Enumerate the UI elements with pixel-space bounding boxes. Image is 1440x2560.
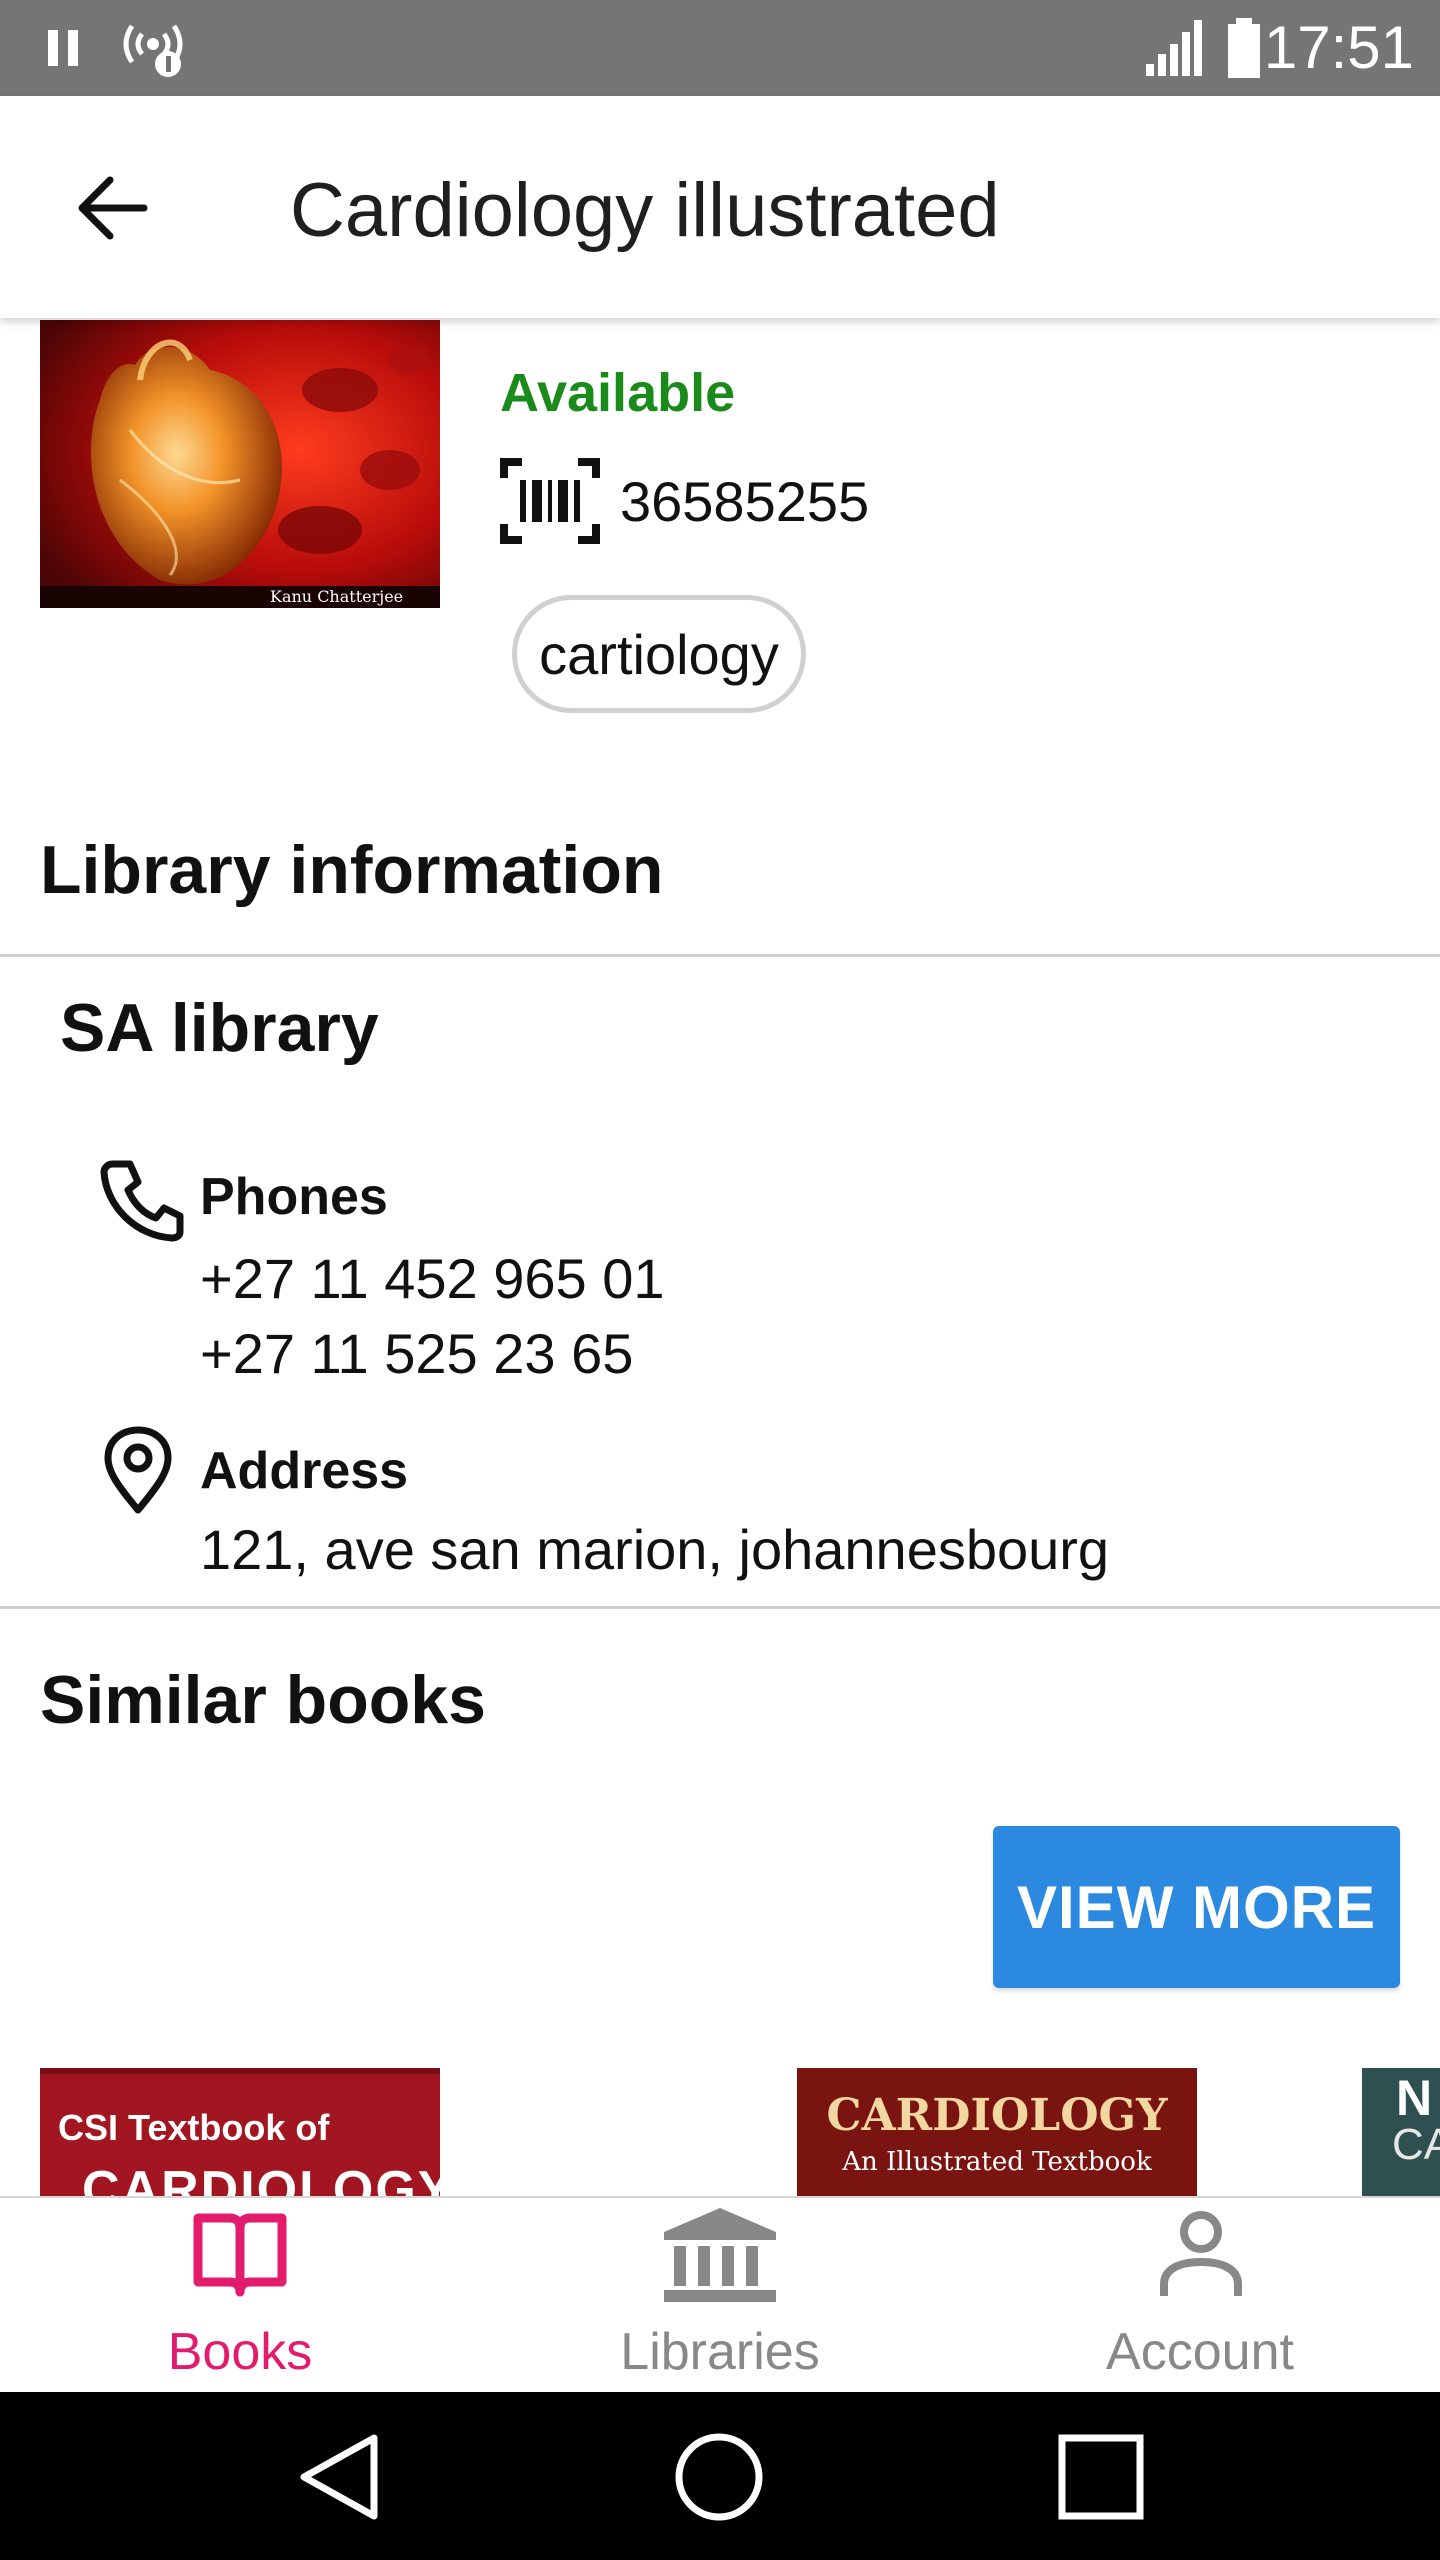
address-text[interactable]: 121, ave san marion, johannesbourg: [200, 1516, 1109, 1584]
battery-icon: [1228, 18, 1260, 78]
barcode-icon: [500, 458, 600, 544]
hotspot-icon: [123, 24, 183, 77]
account-person-icon: [1160, 2211, 1242, 2296]
address-label: Address: [200, 1442, 409, 1500]
back-triangle-icon[interactable]: [296, 2432, 382, 2522]
nav-books[interactable]: Books: [0, 2198, 480, 2394]
nav-account[interactable]: Account: [960, 2198, 1440, 2394]
clipped-book-title: [810, 318, 890, 324]
similar-book-title: CARDIOLOGY: [826, 2090, 1168, 2141]
page-title: Cardiology illustrated: [290, 168, 1000, 253]
status-time: 17:51: [1263, 14, 1414, 81]
phone-number[interactable]: +27 11 452 965 01: [200, 1245, 665, 1313]
similar-book-title: N: [1396, 2070, 1433, 2126]
divider: [0, 1606, 1440, 1609]
nav-books-label: Books: [167, 2323, 313, 2381]
back-arrow-icon[interactable]: [74, 168, 154, 248]
book-detail-content[interactable]: Kanu Chatterjee Available 36585255 carti…: [0, 318, 1440, 2196]
divider: [0, 954, 1440, 957]
phone-number[interactable]: +27 11 525 23 65: [200, 1320, 633, 1388]
status-bar: 17:51: [0, 0, 1440, 96]
similar-books-heading: Similar books: [40, 1662, 486, 1738]
system-navigation-bar: [0, 2392, 1440, 2560]
title-descender-glyph: [810, 318, 890, 324]
location-pin-icon: [104, 1426, 172, 1514]
app-bar: Cardiology illustrated: [0, 96, 1440, 318]
pause-icon: [48, 30, 78, 66]
similar-book-cover[interactable]: CARDIOLOGY An Illustrated Textbook: [797, 2068, 1197, 2196]
signal-icon: [1146, 20, 1202, 76]
similar-book-subtitle: CA: [1392, 2120, 1440, 2169]
library-name[interactable]: SA library: [60, 988, 379, 1068]
phone-icon: [100, 1160, 184, 1242]
book-open-icon: [193, 2213, 287, 2297]
similar-book-subtitle: CARDIOLOGY: [82, 2161, 440, 2196]
cover-author-text: Kanu Chatterjee: [270, 587, 404, 606]
similar-book-subtitle: An Illustrated Textbook: [842, 2147, 1152, 2177]
tag-chip-label: cartiology: [539, 622, 779, 686]
library-building-icon: [664, 2208, 776, 2302]
tag-chip[interactable]: cartiology: [512, 595, 806, 713]
phones-label: Phones: [200, 1168, 388, 1226]
book-cover-image: Kanu Chatterjee: [40, 320, 440, 608]
nav-libraries-label: Libraries: [620, 2323, 820, 2381]
library-info-heading: Library information: [40, 832, 664, 908]
recents-square-icon[interactable]: [1058, 2434, 1144, 2520]
similar-book-cover[interactable]: CSI Textbook of CARDIOLOGY: [40, 2068, 440, 2196]
barcode-number: 36585255: [620, 470, 870, 533]
cover-band: [40, 2068, 440, 2074]
nav-account-label: Account: [1106, 2323, 1294, 2381]
home-circle-icon[interactable]: [674, 2432, 764, 2522]
similar-book-title: CSI Textbook of: [58, 2107, 330, 2148]
heart-illustration: [40, 320, 440, 608]
bottom-navigation: Books Libraries Account: [0, 2196, 1440, 2394]
view-more-button[interactable]: VIEW MORE: [993, 1826, 1400, 1988]
availability-status: Available: [500, 363, 736, 423]
similar-book-cover[interactable]: N CA: [1362, 2068, 1440, 2196]
nav-libraries[interactable]: Libraries: [480, 2198, 960, 2394]
